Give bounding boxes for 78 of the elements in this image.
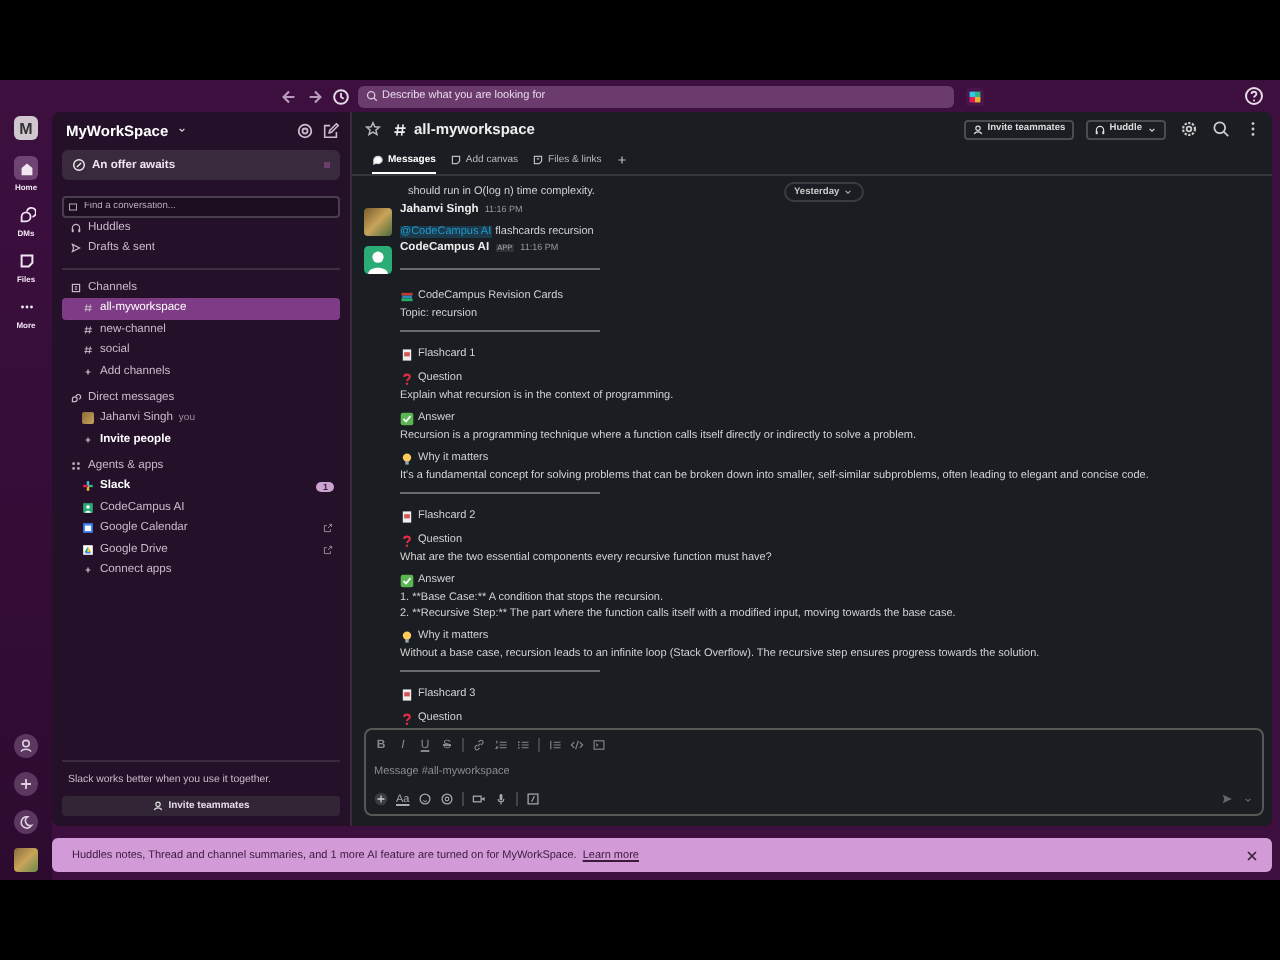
quote-icon[interactable] xyxy=(548,738,562,752)
video-camera-icon[interactable] xyxy=(471,792,486,806)
hash-icon xyxy=(82,323,94,336)
card-icon xyxy=(400,687,414,701)
card-icon xyxy=(400,509,414,523)
microphone-icon[interactable] xyxy=(493,792,508,806)
avatar-photo-placeholder[interactable] xyxy=(364,208,392,236)
external-link-icon[interactable] xyxy=(322,543,334,556)
checkmark-icon xyxy=(400,411,414,425)
bot-avatar-icon xyxy=(82,501,94,514)
app-logo-icon[interactable] xyxy=(966,87,984,105)
checkmark-icon xyxy=(400,573,414,587)
person-icon xyxy=(971,123,984,135)
plus-icon xyxy=(82,433,94,446)
mention-icon[interactable] xyxy=(439,792,454,806)
link-icon[interactable] xyxy=(472,738,486,752)
shortcut-icon[interactable] xyxy=(525,792,540,806)
external-link-icon[interactable] xyxy=(322,522,334,535)
search-icon[interactable] xyxy=(1212,120,1230,138)
canvas-icon xyxy=(449,154,462,166)
chat-bubble-icon xyxy=(372,153,384,165)
chat-bubbles-icon xyxy=(70,392,82,404)
compose-icon[interactable] xyxy=(322,121,340,139)
caret-icon xyxy=(1146,123,1158,135)
caret-icon xyxy=(841,186,854,198)
person-icon[interactable] xyxy=(14,734,38,758)
file-icon xyxy=(532,154,545,166)
star-icon[interactable] xyxy=(364,120,382,138)
send-icon xyxy=(70,242,82,254)
send-icon[interactable] xyxy=(1220,792,1234,806)
plus-icon xyxy=(82,564,94,577)
close-icon[interactable] xyxy=(1244,847,1260,863)
question-mark-icon xyxy=(400,533,414,547)
moon-icon[interactable] xyxy=(14,810,38,834)
emoji-icon[interactable] xyxy=(417,792,432,806)
calendar-icon xyxy=(82,522,94,535)
history-clock-icon[interactable] xyxy=(332,87,350,105)
hash-icon xyxy=(82,302,94,315)
hash-icon xyxy=(392,121,408,137)
caret-icon[interactable] xyxy=(176,124,189,136)
add-icon[interactable] xyxy=(14,772,38,796)
code-icon[interactable] xyxy=(570,738,584,752)
headphones-icon xyxy=(1093,123,1106,135)
profile-photo-placeholder[interactable] xyxy=(14,848,38,872)
forward-arrow-icon[interactable] xyxy=(306,87,324,105)
channels-icon xyxy=(70,282,82,294)
drive-logo-icon xyxy=(82,543,94,556)
question-mark-icon xyxy=(400,371,414,385)
light-bulb-icon xyxy=(400,629,414,643)
chat-bubbles-icon xyxy=(17,205,35,223)
bot-avatar-icon[interactable] xyxy=(364,246,392,274)
grid-icon xyxy=(70,460,82,472)
gear-icon[interactable] xyxy=(1180,120,1198,138)
person-icon xyxy=(152,800,165,812)
books-icon xyxy=(400,289,414,303)
workspace-icon[interactable]: M xyxy=(14,116,38,140)
headphones-icon xyxy=(70,222,82,234)
add-icon[interactable] xyxy=(374,792,388,806)
numbered-list-icon[interactable] xyxy=(494,738,508,752)
tag-icon xyxy=(72,158,86,172)
window-icon xyxy=(68,202,78,212)
settings-icon[interactable] xyxy=(296,121,314,139)
card-icon xyxy=(400,347,414,361)
light-bulb-icon xyxy=(400,451,414,465)
code-block-icon[interactable] xyxy=(592,738,606,752)
back-arrow-icon[interactable] xyxy=(280,87,298,105)
home-rail-button[interactable] xyxy=(14,156,38,180)
search-icon xyxy=(366,90,378,102)
question-mark-icon xyxy=(400,711,414,725)
home-icon xyxy=(17,159,35,177)
bulleted-list-icon[interactable] xyxy=(516,738,530,752)
app-logo-icon xyxy=(82,480,94,493)
hash-icon xyxy=(82,344,94,357)
file-icon xyxy=(17,251,35,269)
plus-icon xyxy=(82,365,94,378)
avatar-photo-placeholder xyxy=(82,412,94,425)
help-icon[interactable] xyxy=(1244,86,1264,106)
add-tab-icon[interactable] xyxy=(615,154,628,166)
